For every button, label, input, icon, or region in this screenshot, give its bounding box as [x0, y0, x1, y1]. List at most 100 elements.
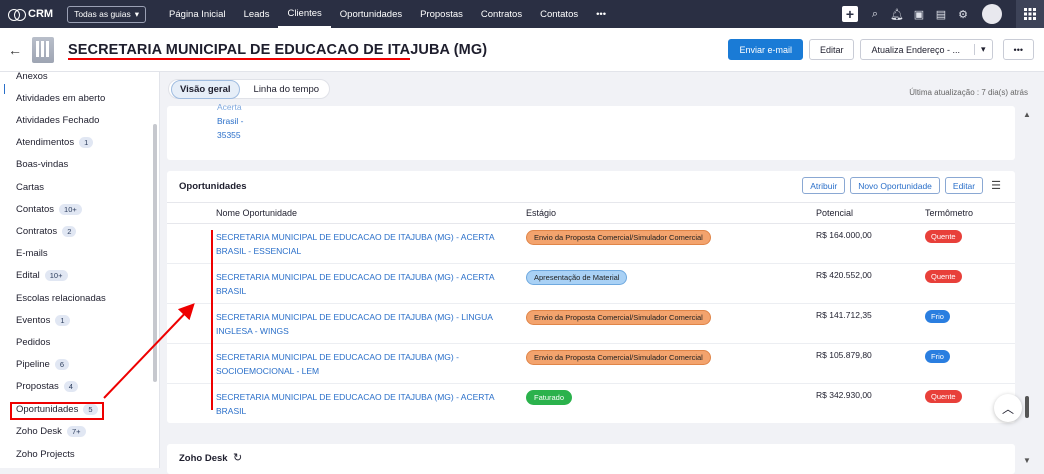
view-tabs: Visão geral Linha do tempo — [168, 79, 331, 99]
column-header: Nome Oportunidade — [216, 208, 298, 218]
sidebar-item-attachments[interactable]: Anexos — [16, 72, 48, 82]
crm-logo[interactable]: CRM — [8, 8, 53, 21]
sidebar-item-letters[interactable]: Cartas — [16, 182, 44, 193]
zoho-desk-card: Zoho Desk ↻ — [167, 444, 1015, 474]
count-badge: 2 — [62, 226, 77, 237]
sidebar-collapse-icon[interactable] — [4, 84, 7, 94]
potential-value: R$ 420.552,00 — [816, 270, 872, 280]
scrollbar-thumb[interactable] — [1025, 396, 1029, 418]
count-badge: 10+ — [44, 270, 68, 281]
sidebar-item-orders[interactable]: Pedidos — [16, 337, 50, 348]
nav-more[interactable]: ••• — [587, 0, 615, 28]
opportunity-name-link[interactable]: SECRETARIA MUNICIPAL DE EDUCACAO DE ITAJ… — [216, 390, 501, 418]
search-icon[interactable]: ⌕ — [864, 0, 886, 28]
count-badge: 4 — [63, 381, 78, 392]
opportunity-name-link[interactable]: SECRETARIA MUNICIPAL DE EDUCACAO DE ITAJ… — [216, 310, 501, 338]
marketplace-icon[interactable]: ▤ — [930, 0, 952, 28]
table-row[interactable]: SECRETARIA MUNICIPAL DE EDUCACAO DE ITAJ… — [167, 304, 1015, 344]
thermometer-badge: Quente — [925, 390, 962, 403]
sidebar-item-open-activities[interactable]: Atividades em aberto — [16, 93, 105, 104]
sidebar-item-pipeline[interactable]: Pipeline 6 — [16, 359, 69, 370]
sidebar-item-label: Zoho Projects — [16, 449, 75, 460]
all-tabs-dropdown[interactable]: Todas as guias ▾ — [67, 5, 147, 23]
table-row[interactable]: SECRETARIA MUNICIPAL DE EDUCACAO DE ITAJ… — [167, 344, 1015, 384]
scroll-down-icon[interactable]: ▼ — [1023, 456, 1031, 465]
sidebar-item-label: Cartas — [16, 182, 44, 193]
chevron-down-icon: ▾ — [134, 8, 140, 19]
list-add-icon[interactable]: ☰ — [991, 179, 1001, 192]
edit-opportunities-button[interactable]: Editar — [944, 177, 984, 194]
stage-badge: Envio da Proposta Comercial/Simulador Co… — [526, 230, 711, 245]
scroll-up-icon[interactable]: ▲ — [1023, 110, 1031, 119]
opportunities-title: Oportunidades — [179, 181, 247, 192]
chevron-up-icon: ︿ — [1001, 401, 1014, 416]
sidebar-item-events[interactable]: Eventos 1 — [16, 315, 70, 326]
sidebar-item-services[interactable]: Atendimentos 1 — [16, 137, 94, 148]
sidebar-item-proposals[interactable]: Propostas 4 — [16, 381, 78, 392]
stage-badge: Envio da Proposta Comercial/Simulador Co… — [526, 350, 711, 365]
nav-opportunities[interactable]: Oportunidades — [331, 0, 411, 28]
sidebar-item-welcome[interactable]: Boas-vindas — [16, 159, 68, 170]
sidebar-item-label: Escolas relacionadas — [16, 293, 106, 304]
sidebar-item-label: Edital — [16, 270, 40, 281]
opportunity-name-link[interactable]: SECRETARIA MUNICIPAL DE EDUCACAO DE ITAJ… — [216, 350, 501, 378]
nav-clients[interactable]: Clientes — [278, 0, 331, 28]
sidebar-item-label: Zoho Desk — [16, 426, 62, 437]
avatar[interactable] — [982, 4, 1002, 24]
assign-button[interactable]: Atribuir — [802, 177, 846, 194]
potential-value: R$ 141.712,35 — [816, 310, 872, 320]
address-line[interactable]: 35355 — [217, 128, 243, 142]
highlight-box-annotation — [10, 402, 104, 420]
sidebar-item-zoho-projects[interactable]: Zoho Projects — [16, 449, 75, 460]
table-row[interactable]: SECRETARIA MUNICIPAL DE EDUCACAO DE ITAJ… — [167, 384, 1015, 424]
sidebar-item-edital[interactable]: Edital 10+ — [16, 270, 68, 281]
all-tabs-label: Todas as guias — [74, 9, 131, 19]
nav-contracts[interactable]: Contratos — [472, 0, 531, 28]
potential-value: R$ 164.000,00 — [816, 230, 872, 240]
edit-button[interactable]: Editar — [808, 39, 855, 60]
nav-leads[interactable]: Leads — [235, 0, 279, 28]
sidebar-item-related-schools[interactable]: Escolas relacionadas — [16, 293, 106, 304]
address-line[interactable]: Brasil - — [217, 114, 243, 128]
column-header: Termômetro — [925, 208, 974, 218]
new-opportunity-button[interactable]: Novo Oportunidade — [850, 177, 940, 194]
nav-contacts[interactable]: Contatos — [531, 0, 587, 28]
sidebar-item-label: Pipeline — [16, 359, 50, 370]
page-title: SECRETARIA MUNICIPAL DE EDUCACAO DE ITAJ… — [68, 41, 488, 58]
sidebar-item-zoho-desk[interactable]: Zoho Desk 7+ — [16, 426, 86, 437]
sidebar-item-label: Contratos — [16, 226, 58, 237]
create-plus-icon[interactable]: + — [842, 6, 858, 22]
more-actions-button[interactable]: ••• — [1002, 39, 1034, 60]
nav-home[interactable]: Página Inicial — [160, 0, 235, 28]
sidebar-item-contracts[interactable]: Contratos 2 — [16, 226, 77, 237]
potential-value: R$ 342.930,00 — [816, 390, 872, 400]
record-header: ← SECRETARIA MUNICIPAL DE EDUCACAO DE IT… — [0, 28, 1044, 72]
tab-timeline[interactable]: Linha do tempo — [254, 84, 320, 95]
calendar-icon[interactable]: ▣ — [908, 0, 930, 28]
sidebar-item-label: Atividades Fechado — [16, 115, 100, 126]
table-row[interactable]: SECRETARIA MUNICIPAL DE EDUCACAO DE ITAJ… — [167, 264, 1015, 304]
column-header: Potencial — [816, 208, 854, 218]
bell-icon[interactable]: 🔔︎ — [886, 0, 908, 28]
update-address-button[interactable]: Atualiza Endereço - ... ▾ — [860, 39, 993, 60]
nav-proposals[interactable]: Propostas — [411, 0, 472, 28]
sidebar-item-label: Anexos — [16, 72, 48, 82]
opportunity-name-link[interactable]: SECRETARIA MUNICIPAL DE EDUCACAO DE ITAJ… — [216, 270, 501, 298]
content-scrollbar[interactable]: ▲ ▼ — [1018, 108, 1036, 468]
apps-grid-icon[interactable] — [1016, 0, 1044, 28]
sidebar-item-label: E-mails — [16, 248, 48, 259]
opportunity-name-link[interactable]: SECRETARIA MUNICIPAL DE EDUCACAO DE ITAJ… — [216, 230, 501, 258]
sidebar-item-closed-activities[interactable]: Atividades Fechado — [16, 115, 99, 126]
sidebar-item-emails[interactable]: E-mails — [16, 248, 48, 259]
send-email-button[interactable]: Enviar e-mail — [728, 39, 803, 60]
tab-overview[interactable]: Visão geral — [171, 79, 240, 99]
back-arrow-icon[interactable]: ← — [8, 42, 22, 58]
refresh-icon[interactable]: ↻ — [233, 451, 242, 464]
sidebar-scrollbar[interactable] — [153, 124, 157, 382]
scroll-to-top-button[interactable]: ︿ — [994, 394, 1022, 422]
address-line[interactable]: Acerta — [217, 100, 243, 114]
sidebar-item-contacts[interactable]: Contatos 10+ — [16, 204, 82, 215]
table-row[interactable]: SECRETARIA MUNICIPAL DE EDUCACAO DE ITAJ… — [167, 224, 1015, 264]
chevron-down-icon[interactable]: ▾ — [974, 44, 986, 55]
gear-icon[interactable]: ⚙ — [952, 0, 974, 28]
